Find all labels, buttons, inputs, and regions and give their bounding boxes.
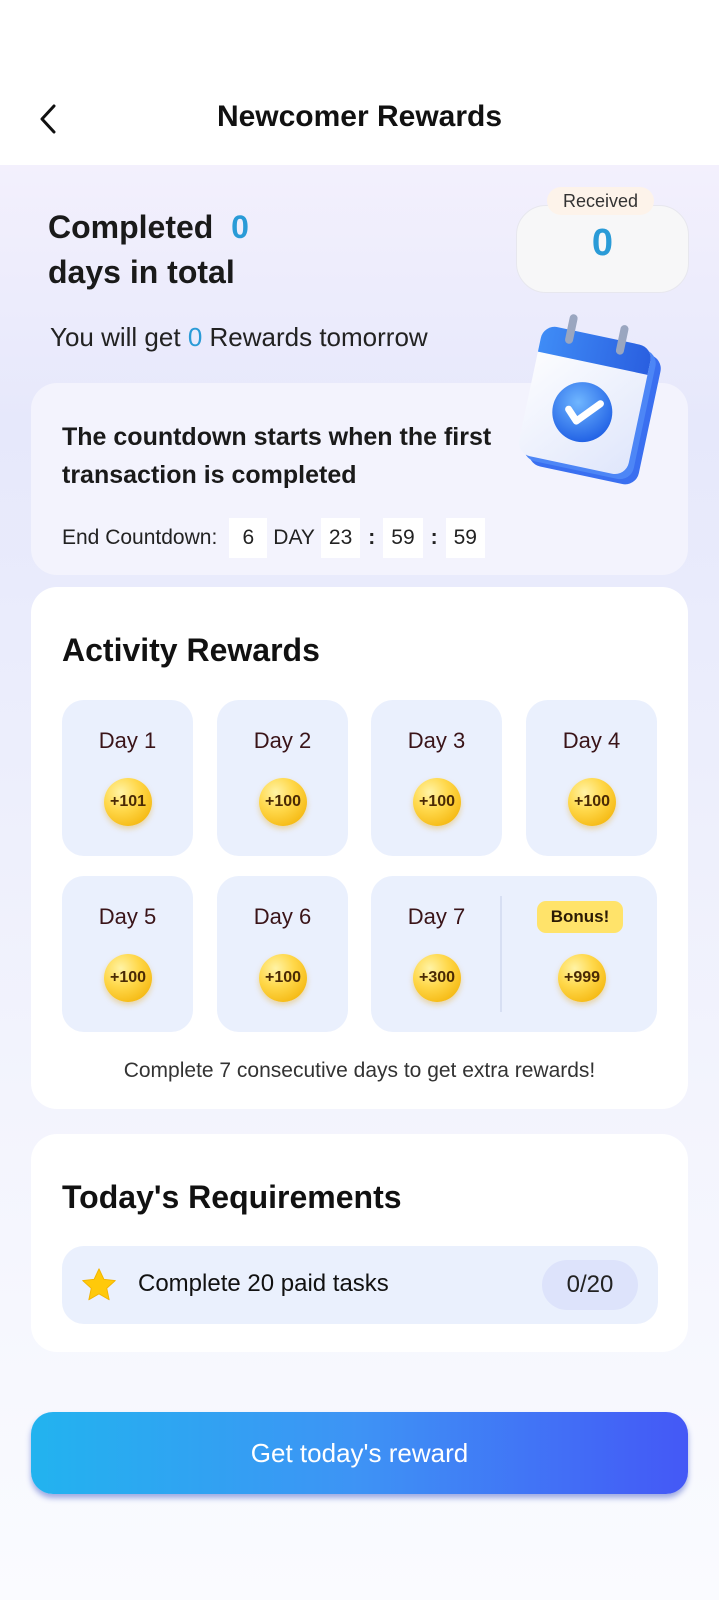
day-tile-6[interactable]: Day 6 +100	[217, 876, 348, 1032]
day-tile-5[interactable]: Day 5 +100	[62, 876, 193, 1032]
countdown-minutes: 59	[383, 518, 423, 558]
day-label: Day 4	[562, 728, 621, 753]
tile-divider	[500, 896, 502, 1012]
day-label: Day 5	[98, 904, 157, 929]
countdown-days: 6	[229, 518, 268, 558]
completed-days-summary: Completed 0 days in total	[48, 205, 249, 295]
countdown-seconds: 59	[445, 518, 485, 558]
coin-icon: +100	[259, 954, 307, 1002]
day-tile-1[interactable]: Day 1 +101	[62, 700, 193, 856]
page-title: Newcomer Rewards	[216, 100, 503, 133]
countdown-description: The countdown starts when the first tran…	[62, 423, 492, 489]
coin-icon: +100	[104, 954, 152, 1002]
get-todays-reward-button[interactable]: Get today's reward	[31, 1412, 688, 1494]
completed-suffix: days in total	[48, 254, 235, 290]
coin-icon: +100	[568, 778, 616, 826]
end-countdown-label: End Countdown:	[62, 526, 218, 549]
day-label: Day 3	[407, 728, 466, 753]
day-tile-4[interactable]: Day 4 +100	[526, 700, 657, 856]
coin-icon: +999	[558, 954, 606, 1002]
tomorrow-prefix: You will get	[50, 322, 181, 352]
day-tile-3[interactable]: Day 3 +100	[371, 700, 502, 856]
end-countdown-row: End Countdown: 6 DAY 23 : 59 : 59	[62, 518, 485, 558]
day-tile-2[interactable]: Day 2 +100	[217, 700, 348, 856]
day-label: Day 6	[253, 904, 312, 929]
day-tile-7[interactable]: Day 7 +300	[371, 876, 502, 1032]
requirement-progress: 0/20	[542, 1260, 638, 1310]
calendar-check-icon	[518, 314, 661, 485]
tomorrow-suffix: Rewards tomorrow	[209, 322, 428, 352]
app-header: Newcomer Rewards	[0, 0, 719, 165]
tomorrow-value: 0	[187, 322, 203, 352]
countdown-day-word: DAY	[273, 526, 315, 549]
coin-icon: +300	[413, 954, 461, 1002]
day-label: Day 2	[253, 728, 312, 753]
requirement-text: Complete 20 paid tasks	[138, 1270, 389, 1297]
activity-rewards-title: Activity Rewards	[62, 632, 320, 668]
requirements-title: Today's Requirements	[62, 1179, 402, 1215]
tomorrow-rewards-text: You will get 0 Rewards tomorrow	[50, 322, 428, 353]
day-label: Day 7	[407, 904, 466, 929]
bonus-reward: +999	[516, 876, 647, 1032]
completed-prefix: Completed	[48, 209, 214, 245]
coin-icon: +100	[413, 778, 461, 826]
countdown-separator: :	[368, 526, 376, 549]
extra-rewards-note: Complete 7 consecutive days to get extra…	[123, 1059, 596, 1082]
completed-days-value: 0	[231, 209, 249, 245]
day-label: Day 1	[98, 728, 157, 753]
star-icon	[82, 1268, 116, 1301]
received-label: Received	[547, 187, 655, 215]
countdown-separator: :	[430, 526, 438, 549]
coin-icon: +101	[104, 778, 152, 826]
coin-icon: +100	[259, 778, 307, 826]
received-value: 0	[591, 222, 614, 264]
countdown-hours: 23	[320, 518, 361, 558]
